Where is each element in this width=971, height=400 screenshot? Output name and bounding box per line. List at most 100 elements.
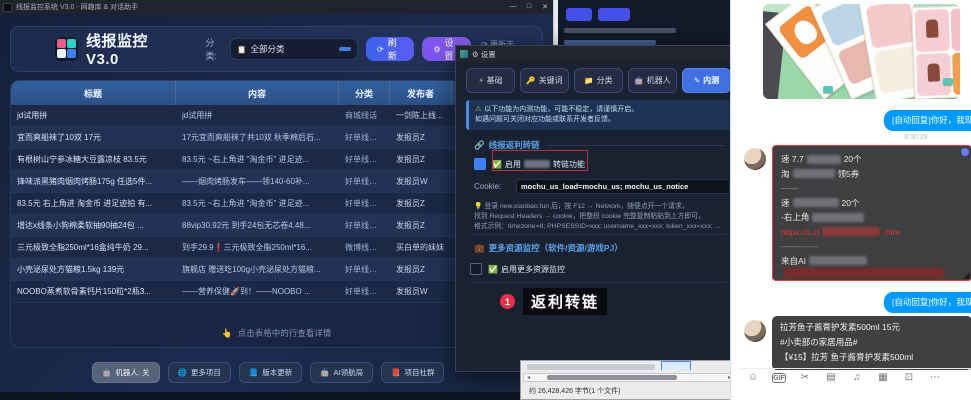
message-line: 拉芳鱼子酱膏护发素500ml 15元 (780, 320, 964, 335)
cell-title: 有根树山宁参冰糖大豆露凉枝 83.5元 (11, 149, 176, 170)
incoming-message[interactable]: 拉芳鱼子酱膏护发素500ml 15元#小卖部の家居用品#【¥15】拉芳 鱼子酱膏… (772, 316, 971, 370)
cell-title: 三元极致全脂250ml*16盒纯牛奶 29... (11, 237, 176, 258)
cookie-input[interactable]: mochu_us_load=mochu_us; mochu_us_notice (516, 179, 730, 194)
more-icon[interactable]: ⋯ (922, 372, 948, 383)
file-window: ◂ ▸ 约 26,428,426 字节(1 个文件) (520, 360, 738, 400)
robot-icon: 🤖 (102, 368, 111, 377)
app-icon (3, 3, 12, 12)
link-icon: 🔗 (474, 140, 485, 151)
image-icon[interactable]: ▦ (870, 372, 896, 383)
settings-dialog: ⚙ 设置 ⚡基础🔑关键词📁分类🤖机器人✎内测 ⚠以下功能为内测功能，可能不稳定，… (455, 45, 740, 372)
tab-label: 关键词 (539, 75, 563, 86)
globe-icon: 🌐 (178, 368, 187, 377)
cell-category: 好单线报-... (339, 215, 390, 236)
tab-关键词[interactable]: 🔑关键词 (520, 68, 569, 93)
status-text: 约 26,428,426 字节(1 个文件) (529, 386, 620, 396)
resource-enable-label: 启用更多资源监控 (501, 264, 565, 275)
category-value: 全部分类 (251, 43, 285, 55)
emoji-icon[interactable]: ☺ (740, 372, 766, 383)
maximize-button[interactable]: □ (521, 3, 537, 11)
annotation-number: 1 (500, 294, 515, 309)
cookie-row: Cookie: mochu_us_load=mochu_us; mochu_us… (474, 178, 730, 194)
rebate-checkbox[interactable] (474, 158, 486, 170)
footer-button-[interactable]: 🤖机器人: 关 (92, 362, 160, 383)
cell-category: 商城线话 (339, 105, 390, 126)
message-line: #小卖部の家居用品# (780, 335, 964, 350)
cell-content: jd试用拼 (176, 105, 339, 126)
resize-handle[interactable] (963, 272, 970, 279)
resource-enable-row: ✅ 启用更多资源监控 (470, 260, 728, 278)
footer-button-[interactable]: 🌐更多项目 (168, 362, 231, 383)
audio-icon[interactable]: ♫ (844, 372, 870, 383)
refresh-label: 刷新 (388, 36, 404, 62)
avatar[interactable] (744, 320, 766, 342)
chat-window: [自动回复]你好，我现 0:30:28 速 7.720个淘领5券——速20个-右… (730, 0, 971, 400)
cell-content: 88vip30.92元 到手24包无芯卷4.48... (176, 215, 339, 236)
divider (470, 234, 727, 235)
cell-publisher: 发报员Z (390, 127, 452, 148)
window-title: 线报监控系统 V3.0 - 网趣库 & 对话助手 (16, 2, 138, 12)
file-tab[interactable] (661, 361, 691, 370)
tab-label: 机器人 (647, 75, 671, 86)
message-text: 速 7.7 (781, 152, 804, 167)
redacted-text (527, 364, 655, 370)
tab-分类[interactable]: 📁分类 (574, 68, 623, 93)
footer-button-[interactable]: 📕项目社群 (381, 362, 444, 383)
incoming-message-screenshot[interactable]: 速 7.720个淘领5券——速20个-右上角https://s.cl.htm--… (772, 145, 971, 281)
close-button[interactable]: ✕ (537, 3, 553, 11)
annotation-label: 返利转链 (523, 288, 607, 315)
robot-icon: 🤖 (320, 368, 329, 377)
redacted-link: .htm (883, 225, 900, 240)
background-dialog-button[interactable] (566, 8, 592, 21)
background-dialog-button[interactable] (598, 8, 630, 21)
message-text: 速 (781, 196, 790, 211)
dialog-app-icon (460, 50, 468, 58)
footer-button-[interactable]: 📘版本更新 (239, 362, 302, 383)
cell-publisher: 一剑陈上线... (390, 105, 452, 126)
horizontal-scrollbar[interactable]: ◂ ▸ (523, 373, 735, 382)
screen-record-icon[interactable]: ⊡ (896, 372, 922, 383)
tab-内测[interactable]: ✎内测 (682, 68, 731, 93)
tab-机器人[interactable]: 🤖 机器人 (628, 68, 677, 93)
redacted-text (812, 213, 864, 222)
gif-icon[interactable]: GIF (772, 373, 786, 383)
message-line: 来自AI (781, 254, 963, 269)
robot-icon: 🤖 (634, 76, 643, 85)
dialog-titlebar: ⚙ 设置 (456, 46, 739, 62)
redacted-text (807, 155, 841, 164)
screenshot-icon[interactable]: ✂ (792, 372, 818, 383)
outgoing-message: [自动回复]你好，我现 (884, 110, 971, 131)
scrollbar-thumb[interactable] (547, 375, 677, 380)
cell-category: 好单线报-... (339, 149, 390, 170)
cell-publisher: 发报员W (390, 171, 452, 192)
footer-button-AI[interactable]: 🤖AI领航局 (310, 362, 373, 383)
product-image[interactable] (763, 4, 960, 99)
desktop-strip (0, 392, 553, 400)
message-line: 速20个 (781, 196, 963, 211)
message-text: -右上角 (781, 210, 809, 225)
settings-tabs: ⚡基础🔑关键词📁分类 🤖 机器人 ✎内测 (466, 68, 731, 93)
refresh-icon: ⟳ (377, 45, 384, 54)
resource-checkbox[interactable] (470, 263, 482, 275)
cell-publisher: 买白单的妹妹 (390, 237, 452, 258)
gear-icon: ⚙ (433, 45, 440, 54)
message-line: 速 7.720个 (781, 152, 963, 167)
main-titlebar: 线报监控系统 V3.0 - 网趣库 & 对话助手 —□✕ (0, 0, 553, 14)
footer-button-label: 项目社群 (404, 367, 434, 378)
cell-title: 增达x线条小狗棉柔软抽90抽24包 ... (11, 215, 176, 236)
message-text: 淘 (781, 167, 790, 182)
clipboard-icon: 📋 (237, 45, 246, 54)
message-line: ------------- (781, 239, 963, 254)
folder-icon: 📁 (584, 76, 593, 85)
scroll-left-icon[interactable]: ◂ (524, 374, 533, 381)
cell-publisher: 发报员Z (390, 149, 452, 170)
column-header: 标题 (11, 81, 176, 105)
folder-icon[interactable]: ▤ (818, 372, 844, 383)
outgoing-message: [自动回复]你好，我现 (884, 292, 971, 313)
redacted-link: https://s.cl (781, 225, 819, 240)
refresh-button[interactable]: ⟳ 刷新 (366, 37, 414, 61)
tab-基础[interactable]: ⚡基础 (466, 68, 515, 93)
minimize-button[interactable]: — (505, 3, 521, 11)
avatar[interactable] (744, 148, 766, 170)
category-select[interactable]: 📋 全部分类 (230, 38, 358, 60)
